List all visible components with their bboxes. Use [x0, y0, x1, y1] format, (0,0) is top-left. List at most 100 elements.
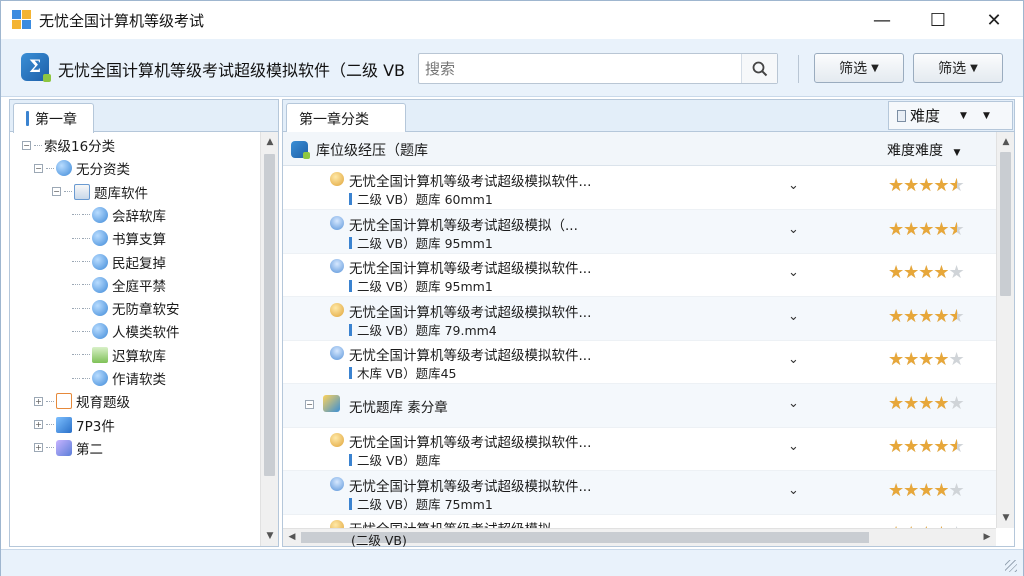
- caret-down-icon: ▼: [871, 62, 879, 74]
- item-title: 无忧全国计算机等级考试超级模拟（...: [349, 217, 578, 234]
- list-item[interactable]: 无忧全国计算机等级考试超级模拟（... 二级 VB）题库 95mm1 ⌄ ★★★★★ ★…: [283, 209, 996, 254]
- scroll-left-icon[interactable]: ◀: [283, 529, 301, 545]
- tree-item[interactable]: 会辞软库: [72, 204, 166, 226]
- scroll-right-icon[interactable]: ▶: [978, 529, 996, 545]
- tree-connector: [82, 214, 90, 216]
- expand-toggle-icon[interactable]: −: [305, 399, 314, 409]
- rating-fill: ★★★★★: [888, 481, 949, 500]
- column-title[interactable]: 库位级经压（题库: [316, 140, 428, 160]
- chevron-down-icon[interactable]: ⌄: [788, 483, 799, 498]
- list-item[interactable]: 无忧全国计算机等级考试超级模拟软件... 二级 VB）题库 ⌄ ★★★★★ ★★★★★: [283, 427, 996, 471]
- tree-item[interactable]: + 第二: [34, 437, 103, 459]
- list-item[interactable]: 无忧全国计算机等级考试超级模拟软件... 二级 VB）题库 60mm1 ⌄ ★★★★★…: [283, 166, 996, 210]
- expand-toggle-icon[interactable]: +: [34, 396, 43, 406]
- item-subtitle-wrap: 二级 VB）题库 95mm1: [349, 233, 493, 252]
- tree-item[interactable]: − 题库软件: [52, 181, 148, 203]
- tree-item[interactable]: 全庭平禁: [72, 274, 166, 296]
- chevron-down-icon[interactable]: ⌄: [788, 352, 799, 367]
- difficulty-dropdown[interactable]: 难度 ▼ ▼: [888, 101, 1013, 130]
- tree-scrollbar[interactable]: ▲ ▼: [260, 132, 278, 546]
- list-item[interactable]: 无忧全国计算机等级考试超级模拟软件... 木库 VB）题库45 ⌄ ★★★★★ ★★★★…: [283, 340, 996, 384]
- app-title: 无忧全国计算机等级考试超级模拟软件（二级 VB: [58, 61, 406, 80]
- search-button[interactable]: [741, 54, 777, 83]
- expand-toggle-icon[interactable]: +: [34, 420, 43, 430]
- tree-item-label: 第二: [76, 441, 103, 458]
- tree-item[interactable]: 人模类软件: [72, 320, 180, 342]
- package-icon: [330, 172, 344, 186]
- filter-button-1[interactable]: 筛选 ▼: [814, 53, 904, 83]
- tree-connector: [72, 377, 80, 379]
- group-row[interactable]: − 无忧题库 素分章 ⌄ ★★★★★★★★★★: [283, 383, 996, 428]
- list-item[interactable]: 无忧全国计算机等级考试超级模拟软件... 二级 VB）题库 79.mm4 ⌄ ★★★★…: [283, 296, 996, 341]
- tree-item[interactable]: − 索级16分类: [22, 134, 115, 156]
- tree-item[interactable]: − 无分资类: [34, 157, 130, 179]
- expand-toggle-icon[interactable]: +: [34, 443, 43, 453]
- list-item[interactable]: 无忧全国计算机等级考试超级模拟软件... 二级 VB）题库 95mm1 ⌄ ★★★★★…: [283, 253, 996, 297]
- filter-button-2-label: 筛选: [938, 61, 967, 77]
- rating-stars: ★★★★★★★★★★: [888, 305, 965, 327]
- tree-item[interactable]: 书算支算: [72, 227, 166, 249]
- document-icon: [897, 109, 906, 122]
- search-input[interactable]: [419, 54, 739, 83]
- tree-connector: [72, 330, 80, 332]
- tree-item[interactable]: 民起复掉: [72, 251, 166, 273]
- expand-toggle-icon[interactable]: −: [52, 187, 61, 197]
- tree-connector: [82, 330, 90, 332]
- tree-item[interactable]: +7P3件: [34, 414, 115, 436]
- chevron-down-icon[interactable]: ⌄: [788, 309, 799, 324]
- scroll-up-icon[interactable]: ▲: [997, 134, 1015, 150]
- list-scrollbar[interactable]: ▲ ▼: [996, 132, 1014, 528]
- tree-node-icon: [92, 346, 108, 363]
- chevron-down-icon[interactable]: ⌄: [788, 265, 799, 280]
- tree-item[interactable]: 迟算软库: [72, 344, 166, 366]
- item-title: 无忧全国计算机等级考试超级模拟软件...: [349, 478, 592, 495]
- expand-toggle-icon[interactable]: −: [22, 140, 31, 150]
- item-subtitle: 二级 VB）题库 79.mm4: [357, 322, 497, 338]
- list-scroll-thumb[interactable]: [1000, 152, 1011, 296]
- resize-grip-icon[interactable]: [1005, 560, 1017, 572]
- tree-connector: [82, 377, 90, 379]
- list-item[interactable]: 无忧全国计算机等级考试超级模拟软件... 二级 VB）题库 75mm1 ⌄ ★★★★★…: [283, 470, 996, 515]
- app-logo-icon: [291, 141, 310, 159]
- tree-item[interactable]: 作请软类: [72, 367, 166, 389]
- item-subtitle: 二级 VB）题库 95mm1: [357, 279, 493, 294]
- chevron-down-icon[interactable]: ⌄: [788, 439, 799, 454]
- chevron-down-icon[interactable]: ⌄: [788, 178, 799, 193]
- chevron-down-icon[interactable]: ⌄: [788, 396, 799, 411]
- scroll-down-icon[interactable]: ▼: [997, 510, 1015, 526]
- expand-toggle-icon[interactable]: −: [34, 163, 43, 173]
- item-title: 无忧全国计算机等级考试超级模拟软件...: [349, 304, 592, 321]
- rating-fill: ★★★★★: [888, 351, 949, 369]
- accent-bar: [349, 236, 352, 249]
- tree-item-label: 索级16分类: [44, 139, 116, 155]
- filter-button-2[interactable]: 筛选 ▼: [913, 53, 1003, 83]
- left-tab-strip: 第一章: [10, 100, 278, 133]
- scroll-down-icon[interactable]: ▼: [261, 528, 279, 544]
- tree-scroll-thumb[interactable]: [264, 154, 275, 476]
- scroll-up-icon[interactable]: ▲: [261, 134, 279, 150]
- rating-fill: ★★★★★: [888, 307, 957, 326]
- rating-stars: ★★★★★★★★★★: [888, 262, 965, 283]
- item-subtitle-wrap: 二级 VB）题库 60mm1: [349, 189, 493, 208]
- item-subtitle: 二级 VB）题库: [357, 453, 441, 468]
- tree-connector: [82, 237, 90, 239]
- tab-chapter-1-category[interactable]: 第一章分类: [286, 103, 406, 133]
- tab-chapter-1[interactable]: 第一章: [13, 103, 94, 133]
- tree-item[interactable]: + 规育题级: [34, 390, 130, 412]
- caret-down-icon: ▼: [970, 62, 978, 74]
- item-subtitle-wrap: 二级 VB）题库 79.mm4: [349, 320, 497, 339]
- tree-connector: [82, 307, 90, 309]
- chevron-down-icon[interactable]: ⌄: [788, 222, 799, 237]
- caret-down-icon: ▼: [960, 110, 967, 121]
- tree-node-icon: [92, 323, 108, 340]
- close-button[interactable]: ✕: [965, 1, 1023, 39]
- tree-item-label: 民起复掉: [112, 255, 166, 272]
- column-difficulty[interactable]: 难度难度 ▼: [887, 140, 960, 160]
- horizontal-scrollbar[interactable]: ◀ (二级 VB) ▶: [283, 528, 996, 548]
- tree-connector: [46, 424, 54, 426]
- maximize-button[interactable]: ☐: [909, 1, 967, 39]
- tree-item-label: 规育题级: [76, 395, 130, 412]
- tree-item[interactable]: 无防章软安: [72, 297, 180, 319]
- minimize-button[interactable]: —: [853, 1, 911, 39]
- tree-node-icon: [92, 276, 108, 293]
